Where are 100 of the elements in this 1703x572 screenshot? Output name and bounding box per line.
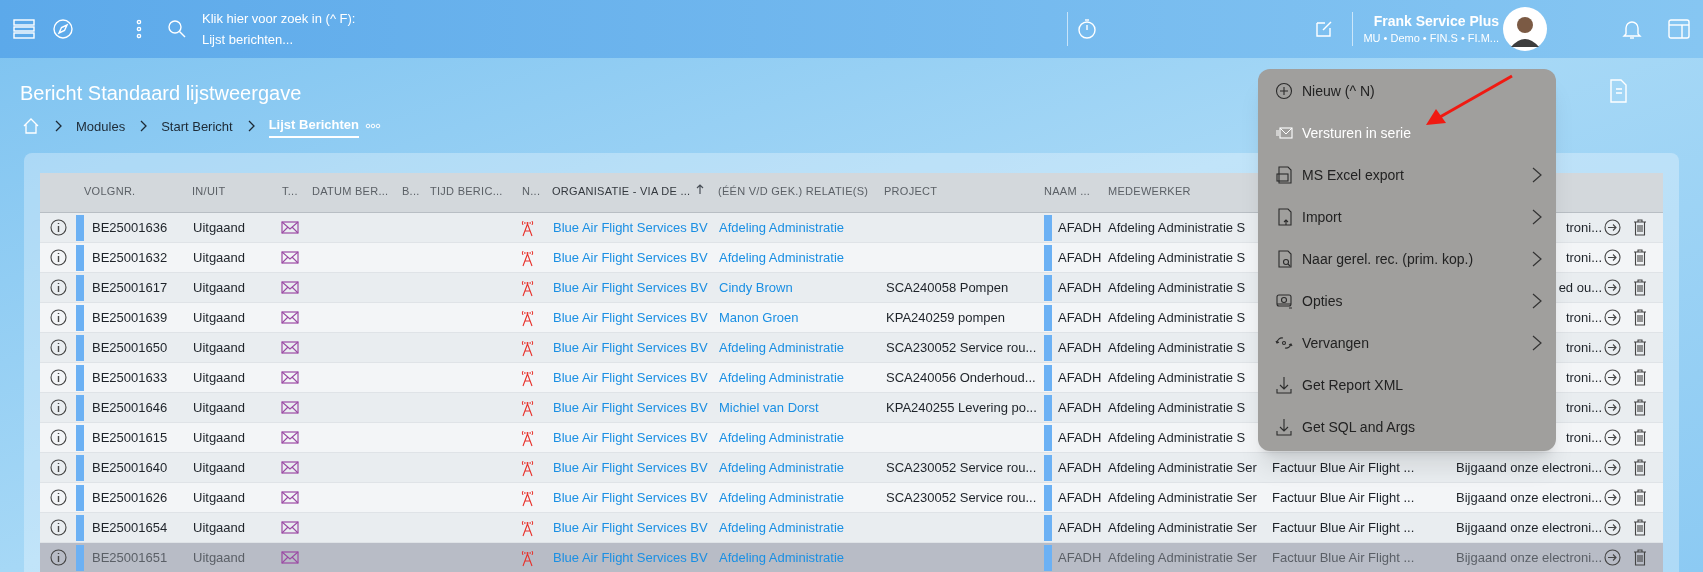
organisation-link[interactable]: Blue Air Flight Services BV [553, 399, 708, 415]
table-cell: Afdeling Administratie Ser [1108, 549, 1257, 565]
trash-icon[interactable] [1633, 489, 1647, 506]
arrow-circle-icon[interactable] [1604, 549, 1621, 566]
trash-icon[interactable] [1633, 519, 1647, 536]
menu-item[interactable]: Nieuw (^ N) [1258, 70, 1556, 112]
antenna-icon [521, 518, 534, 537]
column-header[interactable]: NAAM ... [1044, 183, 1091, 200]
info-icon[interactable] [49, 309, 67, 326]
organisation-link[interactable]: Blue Air Flight Services BV [553, 459, 708, 475]
arrow-circle-icon[interactable] [1604, 249, 1621, 266]
info-icon[interactable] [49, 219, 67, 236]
organisation-link[interactable]: Blue Air Flight Services BV [553, 339, 708, 355]
arrow-circle-icon[interactable] [1604, 279, 1621, 296]
antenna-icon [521, 308, 534, 327]
table-row[interactable]: BE25001626 Uitgaand Blue Air Flight Services BV Afdeling Administratie SCA230052 Service rou... AFADH Afdeling Administratie Ser Factuur Blue Air Flight ... Bijgaand onze electroni... [40, 483, 1663, 513]
relation-link[interactable]: Manon Groen [719, 309, 799, 325]
info-icon[interactable] [49, 399, 67, 416]
column-header[interactable]: PROJECT [884, 183, 938, 200]
trash-icon[interactable] [1633, 219, 1647, 236]
status-bar [76, 304, 84, 331]
table-row[interactable]: BE25001654 Uitgaand Blue Air Flight Services BV Afdeling Administratie AFADH Afdeling Administratie Ser Factuur Blue Air Flight ... Bijgaand onze electroni... [40, 513, 1663, 543]
relation-link[interactable]: Afdeling Administratie [719, 489, 844, 505]
column-header[interactable]: MEDEWERKER [1108, 183, 1191, 200]
column-header[interactable]: (ÉÉN V/D GEK.) RELATIE(S) [718, 183, 869, 200]
table-cell: troni... [1565, 369, 1602, 385]
column-header[interactable]: DATUM BER... [312, 183, 389, 200]
trash-icon[interactable] [1633, 339, 1647, 356]
arrow-circle-icon[interactable] [1604, 219, 1621, 236]
status-bar [1044, 424, 1052, 451]
trash-icon[interactable] [1633, 399, 1647, 416]
relation-link[interactable]: Afdeling Administratie [719, 429, 844, 445]
table-cell: Factuur Blue Air Flight ... [1272, 459, 1415, 475]
arrow-circle-icon[interactable] [1604, 459, 1621, 476]
organisation-link[interactable]: Blue Air Flight Services BV [553, 309, 708, 325]
organisation-link[interactable]: Blue Air Flight Services BV [553, 519, 708, 535]
relation-link[interactable]: Afdeling Administratie [719, 339, 844, 355]
arrow-circle-icon[interactable] [1604, 429, 1621, 446]
column-header[interactable]: ORGANISATIE - VIA DE ... [552, 183, 691, 200]
relation-link[interactable]: Afdeling Administratie [719, 459, 844, 475]
table-cell: Bijgaand onze electroni... [1456, 519, 1602, 535]
search-field[interactable]: Klik hier voor zoek in (^ F): Lijst berichten... [202, 8, 356, 50]
breadcrumb-link[interactable]: Modules [76, 116, 126, 136]
column-header[interactable]: T... [282, 183, 298, 200]
arrow-circle-icon[interactable] [1604, 339, 1621, 356]
menu-item[interactable]: Versturen in serie [1258, 112, 1556, 154]
info-icon[interactable] [49, 279, 67, 296]
info-icon[interactable] [49, 339, 67, 356]
breadcrumb-link[interactable]: Start Bericht [161, 116, 233, 136]
trash-icon[interactable] [1633, 279, 1647, 296]
arrow-circle-icon[interactable] [1604, 369, 1621, 386]
info-icon[interactable] [49, 369, 67, 386]
trash-icon[interactable] [1633, 459, 1647, 476]
avatar[interactable] [1503, 7, 1547, 51]
organisation-link[interactable]: Blue Air Flight Services BV [553, 279, 708, 295]
organisation-link[interactable]: Blue Air Flight Services BV [553, 249, 708, 265]
info-icon[interactable] [49, 549, 67, 566]
info-icon[interactable] [49, 249, 67, 266]
table-cell: SCA240056 Onderhoud... [886, 369, 1036, 385]
organisation-link[interactable]: Blue Air Flight Services BV [553, 489, 708, 505]
antenna-icon [521, 368, 534, 387]
relation-link[interactable]: Afdeling Administratie [719, 249, 844, 265]
relation-link[interactable]: Afdeling Administratie [719, 369, 844, 385]
trash-icon[interactable] [1633, 369, 1647, 386]
column-header[interactable]: VOLGNR. [84, 183, 136, 200]
info-icon[interactable] [49, 429, 67, 446]
table-row[interactable]: BE25001640 Uitgaand Blue Air Flight Services BV Afdeling Administratie SCA230052 Service rou... AFADH Afdeling Administratie Ser Factuur Blue Air Flight ... Bijgaand onze electroni... [40, 453, 1663, 483]
arrow-circle-icon[interactable] [1604, 489, 1621, 506]
table-cell-text: BE25001654 [92, 518, 168, 537]
envelope-icon [281, 431, 299, 444]
info-icon[interactable] [49, 519, 67, 536]
arrow-circle-icon[interactable] [1604, 309, 1621, 326]
envelope-icon [281, 521, 299, 534]
trash-icon[interactable] [1633, 429, 1647, 446]
relation-link[interactable]: Afdeling Administratie [719, 519, 844, 535]
status-bar [76, 214, 84, 241]
info-icon[interactable] [49, 489, 67, 506]
relation-link[interactable]: Afdeling Administratie [719, 219, 844, 235]
column-header[interactable]: B... [402, 183, 420, 200]
trash-icon[interactable] [1633, 549, 1647, 566]
arrow-circle-icon[interactable] [1604, 399, 1621, 416]
table-cell: Afdeling Administratie S [1108, 399, 1246, 415]
table-row[interactable]: BE25001651 Uitgaand Blue Air Flight Services BV Afdeling Administratie AFADH Afdeling Administratie Ser Factuur Blue Air Flight ... Bijgaand onze electroni... [40, 543, 1663, 572]
organisation-link[interactable]: Blue Air Flight Services BV [553, 429, 708, 445]
trash-icon[interactable] [1633, 309, 1647, 326]
organisation-link[interactable]: Blue Air Flight Services BV [553, 369, 708, 385]
info-icon[interactable] [49, 459, 67, 476]
table-cell: Uitgaand [193, 219, 246, 235]
column-header[interactable]: TIJD BERIC... [430, 183, 503, 200]
column-header[interactable]: N... [522, 183, 541, 200]
table-cell-text: AFADH [1058, 548, 1102, 567]
menu-item[interactable]: MS Excel export [1258, 154, 1556, 196]
table-cell: troni... [1565, 429, 1602, 445]
relation-link[interactable]: Michiel van Dorst [719, 399, 819, 415]
plus-icon [1275, 82, 1293, 100]
arrow-circle-icon[interactable] [1604, 519, 1621, 536]
relation-link[interactable]: Cindy Brown [719, 279, 793, 295]
column-header[interactable]: IN/UIT [192, 183, 226, 200]
trash-icon[interactable] [1633, 249, 1647, 266]
organisation-link[interactable]: Blue Air Flight Services BV [553, 219, 708, 235]
